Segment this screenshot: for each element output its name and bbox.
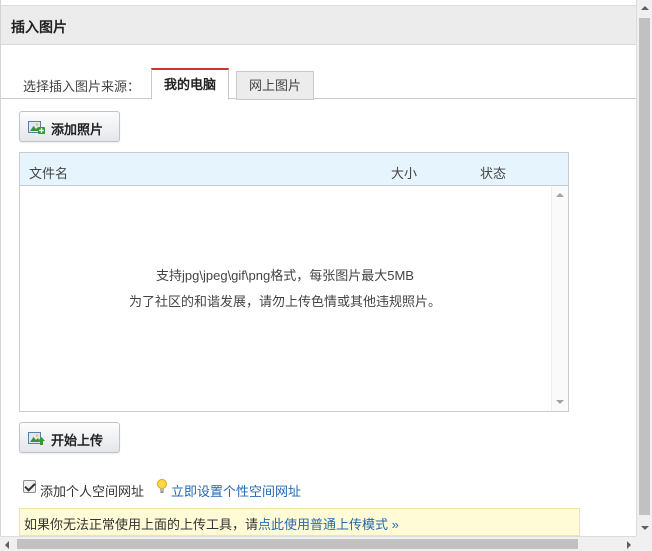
source-label: 选择插入图片来源： — [23, 79, 141, 94]
scroll-left-icon[interactable] — [5, 541, 9, 549]
column-header-status: 状态 — [480, 166, 507, 181]
lightbulb-icon — [157, 479, 167, 493]
column-header-size: 大小 — [391, 166, 418, 181]
scroll-down-icon[interactable] — [556, 400, 564, 404]
start-upload-label: 开始上传 — [51, 433, 104, 448]
scroll-right-icon[interactable] — [627, 541, 631, 549]
dialog-title: 插入图片 — [11, 19, 67, 35]
fallback-upload-notice: 如果你无法正常使用上面的上传工具，请点此使用普通上传模式 » — [19, 508, 580, 536]
page-horizontal-scrollbar[interactable] — [0, 536, 636, 551]
format-hint: 支持jpg\jpeg\gif\png格式，每张图片最大5MB — [156, 268, 414, 283]
scroll-up-icon[interactable] — [641, 6, 649, 10]
vertical-scroll-thumb[interactable] — [639, 18, 650, 515]
scroll-down-icon[interactable] — [641, 526, 649, 530]
upload-icon — [28, 432, 45, 445]
set-space-url-link[interactable]: 立即设置个性空间网址 — [171, 481, 301, 500]
file-list-scrollbar[interactable] — [551, 186, 568, 411]
upload-file-list: 文件名 大小 状态 支持jpg\jpeg\gif\png格式，每张图片最大5MB… — [19, 152, 569, 412]
scrollbar-corner — [636, 536, 652, 551]
horizontal-scroll-thumb[interactable] — [17, 539, 578, 549]
insert-image-dialog: 插入图片 选择插入图片来源： 我的电脑 网上图片 添加照片 文件名 大小 状态 … — [0, 0, 636, 536]
add-space-url-checkbox[interactable] — [23, 480, 36, 493]
tab-web-image[interactable]: 网上图片 — [236, 71, 314, 100]
page-vertical-scrollbar[interactable] — [636, 0, 652, 536]
add-photo-button[interactable]: 添加照片 — [19, 111, 120, 142]
normal-upload-mode-link[interactable]: 点此使用普通上传模式 » — [258, 517, 399, 532]
add-photo-label: 添加照片 — [51, 122, 104, 137]
file-list-header: 文件名 大小 状态 — [20, 153, 568, 186]
column-header-filename: 文件名 — [29, 166, 69, 181]
dialog-title-bar: 插入图片 — [1, 5, 636, 45]
add-space-url-label: 添加个人空间网址 — [40, 484, 145, 499]
image-source-tabs: 选择插入图片来源： 我的电脑 网上图片 — [1, 66, 636, 100]
add-photo-icon — [28, 121, 45, 134]
tab-my-computer[interactable]: 我的电脑 — [151, 68, 229, 100]
scroll-up-icon[interactable] — [556, 193, 564, 197]
content-policy-hint: 为了社区的和谐发展，请勿上传色情或其他违规照片。 — [128, 294, 441, 309]
notice-text: 如果你无法正常使用上面的上传工具，请 — [24, 517, 259, 532]
start-upload-button[interactable]: 开始上传 — [19, 422, 120, 453]
